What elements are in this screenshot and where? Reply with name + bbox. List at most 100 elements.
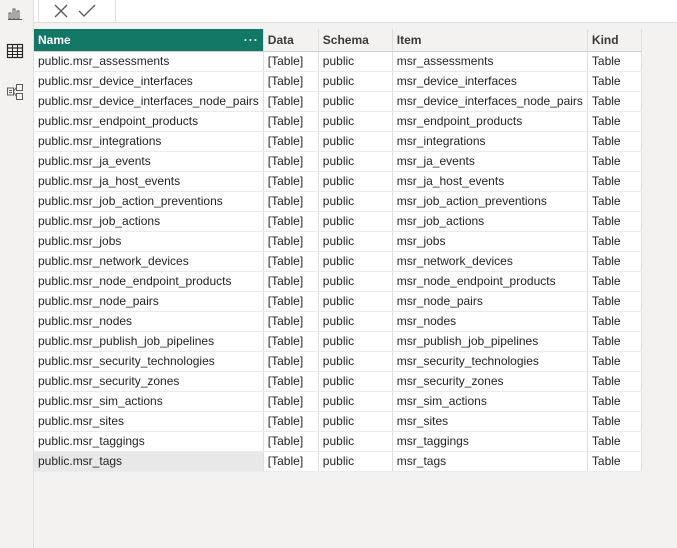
cell-schema[interactable]: public	[318, 171, 393, 192]
table-view-icon[interactable]	[5, 41, 25, 61]
table-row[interactable]: public.msr_security_technologies [Table] p…	[34, 351, 642, 372]
cell-item[interactable]: msr_security_zones	[392, 371, 588, 392]
cell-item[interactable]: msr_node_endpoint_products	[392, 271, 588, 292]
cell-item[interactable]: msr_nodes	[392, 311, 588, 332]
cell-kind[interactable]: Table	[587, 391, 642, 412]
cell-kind[interactable]: Table	[587, 71, 642, 92]
cell-schema[interactable]: public	[318, 411, 393, 432]
cell-schema[interactable]: public	[318, 291, 393, 312]
cell-schema[interactable]: public	[318, 251, 393, 272]
cell-kind[interactable]: Table	[587, 251, 642, 272]
cell-schema[interactable]: public	[318, 311, 393, 332]
cell-data[interactable]: [Table]	[263, 191, 319, 212]
cell-item[interactable]: msr_security_technologies	[392, 351, 588, 372]
cell-schema[interactable]: public	[318, 51, 393, 72]
cell-data[interactable]: [Table]	[263, 171, 319, 192]
cell-kind[interactable]: Table	[587, 171, 642, 192]
column-header-data[interactable]: Data	[263, 29, 319, 52]
cell-schema[interactable]: public	[318, 331, 393, 352]
cell-data[interactable]: [Table]	[263, 351, 319, 372]
cell-name[interactable]: public.msr_endpoint_products	[34, 111, 264, 132]
table-row[interactable]: public.msr_node_endpoint_products [Table]…	[34, 271, 642, 292]
cell-item[interactable]: msr_assessments	[392, 51, 588, 72]
table-row[interactable]: public.msr_tags [Table] public msr_tags Tabl…	[34, 451, 642, 472]
cell-name[interactable]: public.msr_nodes	[34, 311, 264, 332]
table-row[interactable]: public.msr_job_actions [Table] public msr_j…	[34, 211, 642, 232]
table-row[interactable]: public.msr_node_pairs [Table] public msr_no…	[34, 291, 642, 312]
table-row[interactable]: public.msr_taggings [Table] public msr_tagg…	[34, 431, 642, 452]
table-row[interactable]: public.msr_device_interfaces_node_pairs[…	[34, 91, 642, 112]
cell-name[interactable]: public.msr_ja_host_events	[34, 171, 264, 192]
cell-item[interactable]: msr_ja_host_events	[392, 171, 588, 192]
cell-name[interactable]: public.msr_network_devices	[34, 251, 264, 272]
cell-name[interactable]: public.msr_integrations	[34, 131, 264, 152]
cell-kind[interactable]: Table	[587, 111, 642, 132]
cell-name[interactable]: public.msr_node_pairs	[34, 291, 264, 312]
cell-name[interactable]: public.msr_node_endpoint_products	[34, 271, 264, 292]
cell-data[interactable]: [Table]	[263, 311, 319, 332]
cell-name[interactable]: public.msr_jobs	[34, 231, 264, 252]
cell-item[interactable]: msr_ja_events	[392, 151, 588, 172]
cell-data[interactable]: [Table]	[263, 131, 319, 152]
cell-data[interactable]: [Table]	[263, 391, 319, 412]
cell-data[interactable]: [Table]	[263, 91, 319, 112]
cell-data[interactable]: [Table]	[263, 211, 319, 232]
cell-item[interactable]: msr_jobs	[392, 231, 588, 252]
cell-item[interactable]: msr_sim_actions	[392, 391, 588, 412]
cell-kind[interactable]: Table	[587, 451, 642, 472]
cell-data[interactable]: [Table]	[263, 271, 319, 292]
table-row[interactable]: public.msr_sites [Table] public msr_sites Ta…	[34, 411, 642, 432]
cell-name[interactable]: public.msr_sim_actions	[34, 391, 264, 412]
cell-item[interactable]: msr_taggings	[392, 431, 588, 452]
cell-schema[interactable]: public	[318, 371, 393, 392]
close-icon[interactable]	[51, 1, 71, 21]
cell-data[interactable]: [Table]	[263, 251, 319, 272]
column-header-item[interactable]: Item	[392, 29, 588, 52]
report-view-icon[interactable]	[5, 3, 25, 23]
cell-name[interactable]: public.msr_job_action_preventions	[34, 191, 264, 212]
table-row[interactable]: public.msr_nodes [Table] public msr_nodes Ta…	[34, 311, 642, 332]
cell-item[interactable]: msr_sites	[392, 411, 588, 432]
cell-name[interactable]: public.msr_tags	[34, 451, 264, 472]
cell-data[interactable]: [Table]	[263, 431, 319, 452]
cell-name[interactable]: public.msr_security_zones	[34, 371, 264, 392]
table-row[interactable]: public.msr_ja_host_events [Table] public ms…	[34, 171, 642, 192]
cell-data[interactable]: [Table]	[263, 111, 319, 132]
cell-kind[interactable]: Table	[587, 351, 642, 372]
table-row[interactable]: public.msr_device_interfaces [Table] publi…	[34, 71, 642, 92]
cell-schema[interactable]: public	[318, 451, 393, 472]
cell-kind[interactable]: Table	[587, 231, 642, 252]
cell-item[interactable]: msr_network_devices	[392, 251, 588, 272]
column-header-name[interactable]: Name ···	[34, 29, 264, 52]
cell-item[interactable]: msr_endpoint_products	[392, 111, 588, 132]
cell-name[interactable]: public.msr_publish_job_pipelines	[34, 331, 264, 352]
table-row[interactable]: public.msr_jobs [Table] public msr_jobs Tabl…	[34, 231, 642, 252]
table-row[interactable]: public.msr_security_zones [Table] public ms…	[34, 371, 642, 392]
table-row[interactable]: public.msr_integrations [Table] public msr_…	[34, 131, 642, 152]
cell-data[interactable]: [Table]	[263, 451, 319, 472]
table-row[interactable]: public.msr_endpoint_products [Table] publi…	[34, 111, 642, 132]
table-row[interactable]: public.msr_assessments [Table] public msr_a…	[34, 51, 642, 72]
column-header-kind[interactable]: Kind	[587, 29, 642, 52]
cell-item[interactable]: msr_device_interfaces	[392, 71, 588, 92]
cell-kind[interactable]: Table	[587, 151, 642, 172]
cell-schema[interactable]: public	[318, 431, 393, 452]
cell-kind[interactable]: Table	[587, 291, 642, 312]
cell-kind[interactable]: Table	[587, 131, 642, 152]
cell-name[interactable]: public.msr_sites	[34, 411, 264, 432]
cell-schema[interactable]: public	[318, 211, 393, 232]
cell-kind[interactable]: Table	[587, 51, 642, 72]
column-header-schema[interactable]: Schema	[318, 29, 393, 52]
cell-kind[interactable]: Table	[587, 191, 642, 212]
cell-kind[interactable]: Table	[587, 91, 642, 112]
cell-data[interactable]: [Table]	[263, 371, 319, 392]
cell-kind[interactable]: Table	[587, 411, 642, 432]
cell-item[interactable]: msr_node_pairs	[392, 291, 588, 312]
cell-name[interactable]: public.msr_job_actions	[34, 211, 264, 232]
table-row[interactable]: public.msr_job_action_preventions [Table]…	[34, 191, 642, 212]
formula-input[interactable]	[116, 0, 677, 22]
cell-data[interactable]: [Table]	[263, 51, 319, 72]
cell-name[interactable]: public.msr_device_interfaces	[34, 71, 264, 92]
cell-name[interactable]: public.msr_ja_events	[34, 151, 264, 172]
cell-schema[interactable]: public	[318, 351, 393, 372]
